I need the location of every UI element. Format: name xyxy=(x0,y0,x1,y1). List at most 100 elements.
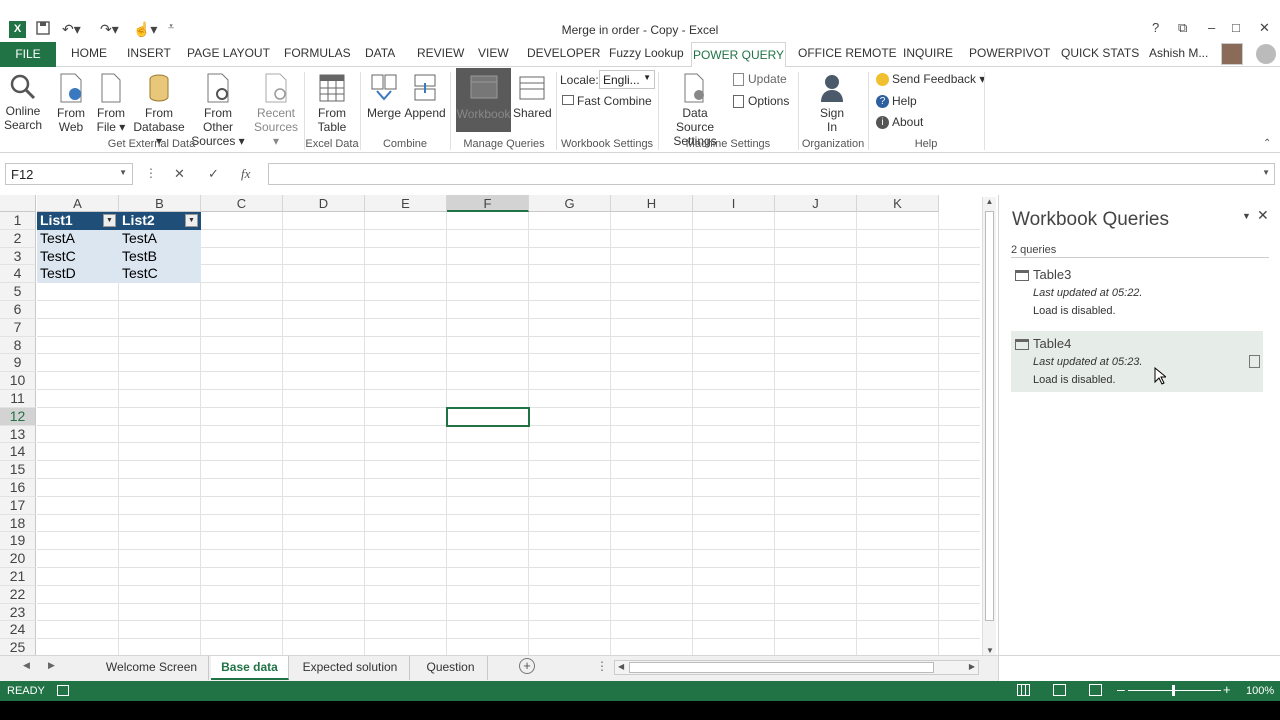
options-button[interactable]: Options xyxy=(733,94,789,109)
row-header-2[interactable]: 2 xyxy=(0,229,36,248)
ribbon-display-icon[interactable]: ⧉ xyxy=(1178,20,1187,36)
sign-in-button[interactable]: Sign In xyxy=(814,73,850,134)
from-table-button[interactable]: From Table xyxy=(311,73,353,134)
tab-review[interactable]: REVIEW xyxy=(417,46,464,60)
panel-options-icon[interactable]: ▼ xyxy=(1242,211,1251,221)
sheet-scroll-left-icon[interactable]: ◀ xyxy=(23,660,30,671)
row-header-20[interactable]: 20 xyxy=(0,550,36,568)
sheet-tab[interactable]: Base data xyxy=(211,656,289,680)
shared-button[interactable]: Shared xyxy=(513,73,552,120)
worksheet-grid[interactable]: A B C D E F G H I J K 1 2 3 4 5 6 7 8 9 10 11 12 13 14 15 16 17 18 19… xyxy=(0,195,980,655)
row-header-4[interactable]: 4 xyxy=(0,265,36,284)
sheet-tab[interactable]: Question xyxy=(414,656,488,680)
zoom-in-icon[interactable]: + xyxy=(1223,682,1231,697)
from-database-button[interactable]: From Database ▾ xyxy=(130,73,188,148)
close-icon[interactable]: ✕ xyxy=(1257,207,1269,224)
row-header-24[interactable]: 24 xyxy=(0,621,36,640)
row-header-5[interactable]: 5 xyxy=(0,283,36,301)
table-cell[interactable]: TestA xyxy=(37,230,119,248)
update-button[interactable]: Update xyxy=(733,72,787,87)
row-header-23[interactable]: 23 xyxy=(0,603,36,622)
tab-page-layout[interactable]: PAGE LAYOUT xyxy=(187,46,270,60)
scroll-down-icon[interactable]: ▼ xyxy=(983,646,997,655)
sheet-scroll-right-icon[interactable]: ▶ xyxy=(48,660,55,671)
zoom-out-icon[interactable]: – xyxy=(1117,681,1125,697)
select-all-corner[interactable] xyxy=(0,195,36,212)
row-header-25[interactable]: 25 xyxy=(0,639,36,655)
row-header-16[interactable]: 16 xyxy=(0,479,36,497)
tab-home[interactable]: HOME xyxy=(71,46,107,60)
collapse-ribbon-icon[interactable]: ⌃ xyxy=(1263,138,1271,149)
tab-quick-stats[interactable]: QUICK STATS xyxy=(1061,46,1139,60)
from-web-button[interactable]: From Web xyxy=(54,73,88,134)
page-break-view-icon[interactable] xyxy=(1089,684,1102,696)
row-header-6[interactable]: 6 xyxy=(0,301,36,319)
about-button[interactable]: i About xyxy=(876,115,923,130)
zoom-slider[interactable] xyxy=(1128,685,1221,696)
column-header-k[interactable]: K xyxy=(857,195,939,212)
query-item[interactable]: Table3 Last updated at 05:22. Load is di… xyxy=(1011,263,1263,323)
table-cell[interactable]: TestB xyxy=(119,248,201,266)
row-header-10[interactable]: 10 xyxy=(0,372,36,390)
zoom-slider-thumb[interactable] xyxy=(1172,685,1175,696)
query-item[interactable]: Table4 Last updated at 05:23. Load is di… xyxy=(1011,331,1263,392)
normal-view-icon[interactable] xyxy=(1017,684,1030,696)
tab-insert[interactable]: INSERT xyxy=(127,46,171,60)
tab-powerpivot[interactable]: POWERPIVOT xyxy=(969,46,1050,60)
filter-dropdown-icon[interactable]: ▼ xyxy=(185,214,198,227)
tab-file[interactable]: FILE xyxy=(0,42,56,67)
macro-record-icon[interactable] xyxy=(57,685,69,696)
column-header-g[interactable]: G xyxy=(529,195,611,212)
scroll-thumb[interactable] xyxy=(985,211,994,621)
enter-icon[interactable]: ✓ xyxy=(208,166,219,182)
row-header-21[interactable]: 21 xyxy=(0,568,36,586)
column-header-j[interactable]: J xyxy=(775,195,857,212)
scroll-up-icon[interactable]: ▲ xyxy=(983,197,996,206)
maximize-button[interactable]: □ xyxy=(1232,20,1240,35)
row-header-19[interactable]: 19 xyxy=(0,532,36,551)
user-name[interactable]: Ashish M... xyxy=(1149,46,1208,60)
row-header-12[interactable]: 12 xyxy=(0,407,36,426)
table-cell[interactable]: TestC xyxy=(119,265,201,283)
minimize-button[interactable]: – xyxy=(1208,20,1215,35)
column-header-i[interactable]: I xyxy=(693,195,775,212)
fast-combine-button[interactable]: Fast Combine xyxy=(562,94,652,108)
column-header-e[interactable]: E xyxy=(365,195,447,212)
row-header-7[interactable]: 7 xyxy=(0,318,36,337)
horizontal-scrollbar[interactable]: ◀ ▶ xyxy=(614,660,979,675)
tab-fuzzy-lookup[interactable]: Fuzzy Lookup xyxy=(609,46,684,60)
tab-view[interactable]: VIEW xyxy=(478,46,509,60)
tab-data[interactable]: DATA xyxy=(365,46,395,60)
data-source-settings-button[interactable]: Data Source Settings xyxy=(662,73,728,148)
tab-power-query[interactable]: POWER QUERY xyxy=(691,42,786,68)
row-header-11[interactable]: 11 xyxy=(0,390,36,408)
row-header-9[interactable]: 9 xyxy=(0,354,36,373)
table-cell[interactable]: TestA xyxy=(119,230,201,248)
row-header-22[interactable]: 22 xyxy=(0,585,36,604)
column-header-b[interactable]: B xyxy=(119,195,201,212)
from-other-sources-button[interactable]: From Other Sources ▾ xyxy=(188,73,248,148)
table-cell[interactable]: TestD xyxy=(37,265,119,283)
column-header-a[interactable]: A xyxy=(37,195,119,212)
scroll-right-icon[interactable]: ▶ xyxy=(969,662,975,671)
scroll-left-icon[interactable]: ◀ xyxy=(618,662,624,671)
tab-inquire[interactable]: INQUIRE xyxy=(903,46,953,60)
append-button[interactable]: Append xyxy=(403,73,447,120)
filter-dropdown-icon[interactable]: ▼ xyxy=(103,214,116,227)
close-button[interactable]: ✕ xyxy=(1259,20,1270,36)
send-feedback-button[interactable]: Send Feedback ▾ xyxy=(876,72,985,87)
cancel-icon[interactable]: ✕ xyxy=(174,166,185,182)
merge-button[interactable]: Merge xyxy=(366,73,402,120)
vertical-scrollbar[interactable]: ▲ ▼ xyxy=(982,197,996,655)
row-header-8[interactable]: 8 xyxy=(0,336,36,355)
column-header-h[interactable]: H xyxy=(611,195,693,212)
zoom-level[interactable]: 100% xyxy=(1246,685,1274,697)
help-icon[interactable]: ? xyxy=(1152,20,1159,35)
row-header-14[interactable]: 14 xyxy=(0,443,36,462)
tab-office-remote[interactable]: OFFICE REMOTE xyxy=(798,46,897,60)
smiley-icon[interactable] xyxy=(1256,44,1276,64)
row-header-1[interactable]: 1 xyxy=(0,212,36,230)
online-search-button[interactable]: Online Search xyxy=(4,73,42,132)
from-file-button[interactable]: From File ▾ xyxy=(94,73,128,134)
page-layout-view-icon[interactable] xyxy=(1053,684,1066,696)
